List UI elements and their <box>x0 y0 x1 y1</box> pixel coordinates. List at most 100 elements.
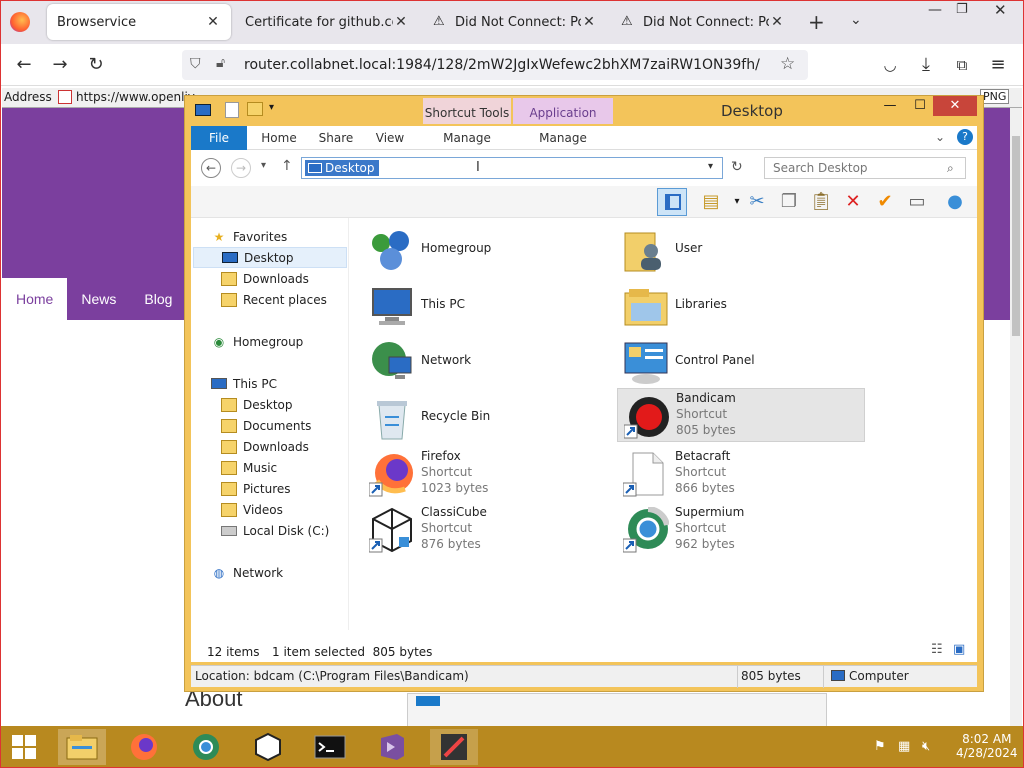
qat-dropdown-icon[interactable]: ▾ <box>269 102 274 113</box>
close-window-button[interactable]: ✕ <box>994 1 1007 19</box>
tab-home[interactable]: Home <box>253 126 305 150</box>
nav-network[interactable]: ◍ Network <box>211 562 283 583</box>
tab-manage-application[interactable]: Manage <box>513 126 613 150</box>
tab-browservice[interactable]: Browservice ✕ <box>47 4 231 40</box>
nav-favorites[interactable]: ★ Favorites <box>211 226 288 247</box>
close-icon[interactable]: ✕ <box>393 14 409 30</box>
tab-file[interactable]: File <box>191 126 247 150</box>
recent-locations-chevron-icon[interactable]: ▾ <box>261 160 266 171</box>
restore-button[interactable]: ❐ <box>956 2 968 17</box>
nav-this-pc[interactable]: This PC <box>211 373 277 394</box>
nav-pc-downloads[interactable]: Downloads <box>221 436 309 457</box>
expand-ribbon-chevron-icon[interactable]: ⌄ <box>935 130 945 144</box>
inner-address-value[interactable]: https://www.openliv <box>76 90 195 104</box>
item-user[interactable]: User <box>617 223 865 277</box>
close-icon[interactable]: ✕ <box>205 14 221 30</box>
url-bar[interactable]: ⛉ 🔓︎ router.collabnet.local:1984/128/2mW… <box>182 50 808 80</box>
extensions-icon[interactable]: ⧉ <box>950 53 974 77</box>
tab-view[interactable]: View <box>367 126 413 150</box>
tab-did-not-connect-1[interactable]: ⚠ Did Not Connect: Potent ✕ <box>423 4 607 40</box>
refresh-icon[interactable]: ↻ <box>731 159 743 175</box>
minimize-button[interactable]: — <box>875 96 905 116</box>
list-all-tabs-chevron-icon[interactable]: ⌄ <box>850 12 862 28</box>
taskbar-bandicam-icon[interactable] <box>430 729 478 765</box>
taskbar-supermium-icon[interactable] <box>182 729 230 765</box>
close-button[interactable]: ✕ <box>933 96 977 116</box>
paste-icon[interactable]: 📋︎ <box>809 190 833 214</box>
copy-icon[interactable]: ❐ <box>777 190 801 214</box>
item-bandicam[interactable]: Bandicam Shortcut 805 bytes <box>617 388 865 442</box>
back-button[interactable]: ← <box>12 53 36 77</box>
details-view-icon[interactable]: ☷ <box>931 642 943 657</box>
png-badge[interactable]: PNG <box>980 89 1010 104</box>
menu-icon[interactable]: ≡ <box>986 53 1010 77</box>
back-arrow-icon[interactable]: ← <box>201 158 221 178</box>
explorer-titlebar[interactable]: ▾ Shortcut Tools Application Tools Deskt… <box>185 96 983 150</box>
reload-button[interactable]: ↻ <box>84 53 108 77</box>
taskbar-firefox-icon[interactable] <box>120 729 168 765</box>
close-icon[interactable]: ✕ <box>769 14 785 30</box>
address-path-selected[interactable]: Desktop <box>305 160 379 176</box>
address-dropdown-chevron-icon[interactable]: ▾ <box>708 161 713 172</box>
taskbar-visual-studio-icon[interactable] <box>368 729 416 765</box>
system-clock[interactable]: 8:02 AM 4/28/2024 <box>956 732 1018 760</box>
item-firefox[interactable]: Firefox Shortcut 1023 bytes <box>363 447 611 501</box>
item-network[interactable]: Network <box>363 335 611 389</box>
forward-arrow-icon[interactable]: → <box>231 158 251 178</box>
insecure-lock-icon[interactable]: 🔓︎ <box>216 55 225 71</box>
nav-favorites-recent-places[interactable]: Recent places <box>221 289 327 310</box>
action-center-flag-icon[interactable]: ⚑ <box>874 739 886 754</box>
shield-icon[interactable]: ⛉ <box>190 56 201 72</box>
address-bar[interactable]: Desktop I ▾ <box>301 157 723 179</box>
pocket-icon[interactable]: ◡ <box>878 53 902 77</box>
volume-muted-icon[interactable]: 🔇︎ <box>922 739 930 754</box>
properties-folder-icon[interactable]: ▤ <box>699 190 723 214</box>
delete-icon[interactable]: ✕ <box>841 190 865 214</box>
close-icon[interactable]: ✕ <box>581 14 597 30</box>
help-icon[interactable]: ? <box>957 129 973 145</box>
nav-favorites-desktop[interactable]: Desktop <box>193 247 347 268</box>
up-arrow-icon[interactable]: ↑ <box>281 158 293 174</box>
tab-did-not-connect-2[interactable]: ⚠ Did Not Connect: Potent ✕ <box>611 4 795 40</box>
item-supermium[interactable]: Supermium Shortcut 962 bytes <box>617 503 865 557</box>
search-icon[interactable]: ⌕ <box>947 158 954 178</box>
network-globe-icon[interactable]: ● <box>943 190 967 214</box>
nav-pc-desktop[interactable]: Desktop <box>221 394 293 415</box>
page-scrollbar[interactable] <box>1010 108 1022 726</box>
tab-certificate[interactable]: Certificate for github.com ✕ <box>235 4 419 40</box>
url-text[interactable]: router.collabnet.local:1984/128/2mW2JgIx… <box>244 57 760 73</box>
new-tab-button[interactable]: + <box>808 10 825 34</box>
maximize-button[interactable]: ☐ <box>905 96 935 116</box>
nav-pc-documents[interactable]: Documents <box>221 415 311 436</box>
large-icons-view-icon[interactable]: ▣ <box>953 642 965 657</box>
tab-share[interactable]: Share <box>311 126 361 150</box>
scrollbar-thumb[interactable] <box>1012 136 1020 336</box>
item-control-panel[interactable]: Control Panel <box>617 335 865 389</box>
downloads-icon[interactable]: ⤓ <box>914 53 938 77</box>
forward-button[interactable]: → <box>48 53 72 77</box>
nav-pc-music[interactable]: Music <box>221 457 277 478</box>
start-button[interactable] <box>0 729 48 765</box>
minimize-button[interactable]: — <box>928 2 942 18</box>
nav-pc-local-disk[interactable]: Local Disk (C:) <box>221 520 329 541</box>
taskbar-classicube-icon[interactable] <box>244 729 292 765</box>
item-classicube[interactable]: ClassiCube Shortcut 876 bytes <box>363 503 611 557</box>
site-nav-news[interactable]: News <box>67 278 130 320</box>
new-folder-icon[interactable] <box>247 102 263 116</box>
firefox-menu-icon[interactable] <box>10 12 30 32</box>
nav-homegroup[interactable]: ◉ Homegroup <box>211 331 304 352</box>
item-libraries[interactable]: Libraries <box>617 279 865 333</box>
rename-icon[interactable]: ▭ <box>905 190 929 214</box>
site-nav-home[interactable]: Home <box>2 278 68 320</box>
checkmark-icon[interactable]: ✔ <box>873 190 897 214</box>
search-input[interactable]: Search Desktop ⌕ <box>764 157 966 179</box>
item-this-pc[interactable]: This PC <box>363 279 611 333</box>
item-betacraft[interactable]: Betacraft Shortcut 866 bytes <box>617 447 865 501</box>
taskbar-command-prompt-icon[interactable] <box>306 729 354 765</box>
properties-icon[interactable] <box>225 102 239 118</box>
bookmark-star-icon[interactable]: ☆ <box>780 54 795 74</box>
site-nav-blog[interactable]: Blog <box>130 278 186 320</box>
item-homegroup[interactable]: Homegroup <box>363 223 611 277</box>
nav-pc-videos[interactable]: Videos <box>221 499 283 520</box>
cut-icon[interactable]: ✂ <box>745 190 769 214</box>
